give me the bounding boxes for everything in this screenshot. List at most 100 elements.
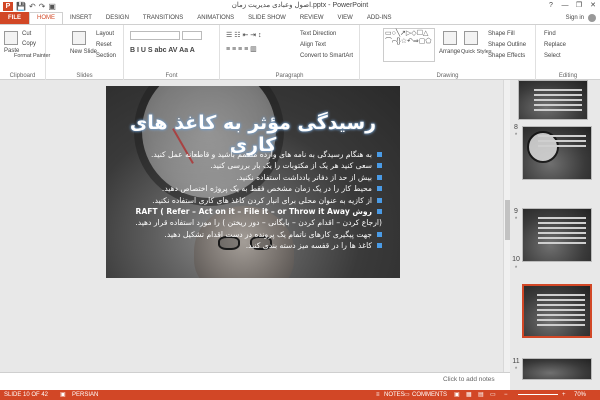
bullet-item: سعی کنید هر یک از مکتوبات را یک بار بررس…	[134, 160, 382, 171]
slide-counter: SLIDE 10 OF 42	[4, 392, 49, 398]
paragraph-label: Paragraph	[275, 73, 304, 79]
find-button[interactable]: Find	[544, 31, 556, 37]
reset-button[interactable]: Reset	[96, 42, 112, 48]
notes-toggle[interactable]: NOTES	[384, 390, 405, 400]
font-format-icons[interactable]: B I U S abc AV Aa A	[130, 47, 195, 54]
list-icons[interactable]: ☰ ☷ ⇤ ⇥ ↕	[226, 31, 262, 39]
align-icons[interactable]: ≡ ≡ ≡ ≡ ▥	[226, 45, 257, 53]
notes-placeholder[interactable]: Click to add notes	[443, 376, 495, 383]
thumbnail-number: 8	[514, 124, 518, 131]
bullet-item: بیش از حد از دفاتر یادداشت استفاده نکنید…	[134, 172, 382, 183]
font-label: Font	[165, 73, 178, 79]
undo-icon[interactable]: ↶	[29, 2, 36, 11]
scrollbar-thumb[interactable]	[505, 200, 510, 240]
slide-thumbnail-selected[interactable]	[522, 284, 592, 338]
copy-button[interactable]: Copy	[22, 41, 36, 47]
tab-slide-show[interactable]: SLIDE SHOW	[241, 12, 293, 24]
section-button[interactable]: Section	[96, 53, 116, 59]
slide-thumbnail[interactable]	[522, 358, 592, 380]
notes-pane[interactable]: Click to add notes	[0, 372, 510, 390]
avatar[interactable]	[588, 14, 596, 22]
tab-insert[interactable]: INSERT	[63, 12, 99, 24]
clipboard-group: Paste Cut Copy Format Painter Clipboard	[0, 25, 50, 81]
bullet-continuation: (ارجاع کردن – اقدام کردن – بایگانی – دور…	[135, 218, 382, 228]
minimize-button[interactable]: —	[558, 0, 572, 12]
slide-sorter-icon[interactable]: ▦	[466, 390, 472, 400]
thumbnail-number: 9	[514, 208, 518, 215]
shape-outline-button[interactable]: Shape Outline	[488, 42, 526, 48]
quick-styles-icon[interactable]	[464, 31, 478, 45]
close-button[interactable]: ✕	[586, 0, 600, 12]
bullet-item: به هنگام رسیدگی به نامه های وارده مصمم ب…	[134, 149, 382, 160]
quick-access-toolbar: P 💾 ↶ ↷ ▣	[0, 1, 56, 11]
ribbon: Paste Cut Copy Format Painter Clipboard …	[0, 24, 600, 81]
tab-add-ins[interactable]: ADD-INS	[360, 12, 399, 24]
comments-toggle[interactable]: COMMENTS	[412, 390, 447, 400]
tab-view[interactable]: VIEW	[331, 12, 360, 24]
status-bar: SLIDE 10 OF 42 ▣ PERSIAN ≡ NOTES ▭ COMME…	[0, 390, 600, 400]
bullet-item: محیط کار را در یک زمان مشخص فقط به یک پر…	[134, 183, 382, 194]
notes-icon[interactable]: ≡	[376, 390, 380, 400]
spellcheck-icon[interactable]: ▣	[60, 390, 66, 400]
paragraph-group: ☰ ☷ ⇤ ⇥ ↕ ≡ ≡ ≡ ≡ ▥ Text Direction Align…	[220, 25, 360, 81]
arrange-button[interactable]: Arrange	[439, 49, 460, 55]
convert-smartart-button[interactable]: Convert to SmartArt	[300, 53, 353, 59]
layout-button[interactable]: Layout	[96, 31, 114, 37]
replace-button[interactable]: Replace	[544, 42, 566, 48]
slide-thumbnails-pane: 8 * 9 * 10 * 11 *	[512, 80, 600, 380]
select-button[interactable]: Select	[544, 53, 561, 59]
quick-styles-button[interactable]: Quick Styles	[461, 49, 492, 55]
tab-home[interactable]: HOME	[29, 12, 63, 24]
slide-thumbnail[interactable]	[522, 126, 592, 180]
redo-icon[interactable]: ↷	[39, 2, 46, 11]
tab-file[interactable]: FILE	[0, 12, 29, 24]
arrange-icon[interactable]	[443, 31, 457, 45]
restore-button[interactable]: ❐	[572, 0, 586, 12]
zoom-in-button[interactable]: +	[562, 390, 566, 400]
slide-canvas[interactable]: رسیدگی مؤثر به کاغذ های کاری به هنگام رس…	[106, 86, 400, 278]
text-direction-button[interactable]: Text Direction	[300, 31, 336, 37]
slide-thumbnail[interactable]	[518, 80, 588, 120]
zoom-slider[interactable]	[518, 394, 558, 395]
font-name-box[interactable]	[130, 31, 180, 40]
slide-show-icon[interactable]: ▭	[490, 390, 496, 400]
drawing-label: Drawing	[436, 73, 459, 79]
slides-label: Slides	[76, 73, 93, 79]
help-button[interactable]: ?	[544, 0, 558, 12]
thumbnail-star: *	[514, 217, 518, 223]
sign-in-link[interactable]: Sign in	[566, 12, 584, 24]
shapes-gallery[interactable]: ▭○╲↗▷◇☐△⌒⌐{}☆↶⇒▢⬠	[383, 28, 435, 62]
tab-design[interactable]: DESIGN	[99, 12, 136, 24]
language-indicator[interactable]: PERSIAN	[72, 390, 98, 400]
bullet-item: روش RAFT ( Refer – Act on it – File it –…	[134, 206, 382, 217]
shape-fill-button[interactable]: Shape Fill	[488, 31, 515, 37]
new-slide-icon[interactable]	[72, 31, 86, 45]
cut-button[interactable]: Cut	[22, 31, 31, 37]
thumbnail-star: *	[514, 367, 518, 373]
new-slide-button[interactable]: New Slide	[70, 49, 97, 55]
shape-effects-button[interactable]: Shape Effects	[488, 53, 525, 59]
tab-transitions[interactable]: TRANSITIONS	[136, 12, 190, 24]
tab-animations[interactable]: ANIMATIONS	[190, 12, 241, 24]
slide-bullet-list[interactable]: به هنگام رسیدگی به نامه های وارده مصمم ب…	[134, 149, 382, 252]
font-size-box[interactable]	[182, 31, 202, 40]
align-text-button[interactable]: Align Text	[300, 42, 326, 48]
zoom-out-button[interactable]: −	[504, 390, 508, 400]
format-painter-button[interactable]: Format Painter	[14, 53, 50, 59]
normal-view-icon[interactable]: ▣	[454, 390, 460, 400]
save-icon[interactable]: 💾	[16, 2, 26, 11]
present-icon[interactable]: ▣	[48, 2, 56, 11]
slides-group: New Slide Layout Reset Section Slides	[46, 25, 124, 81]
paste-icon[interactable]	[4, 31, 18, 45]
zoom-level[interactable]: 70%	[574, 390, 586, 400]
editing-group: Find Replace Select Editing	[536, 25, 600, 81]
title-bar: P 💾 ↶ ↷ ▣ اصول وعبادی مدیریت زمان.pptx -…	[0, 0, 600, 12]
vertical-scrollbar[interactable]	[503, 80, 510, 372]
drawing-group: ▭○╲↗▷◇☐△⌒⌐{}☆↶⇒▢⬠ Arrange Quick Styles S…	[360, 25, 536, 81]
slide-thumbnail[interactable]	[522, 208, 592, 262]
tab-review[interactable]: REVIEW	[293, 12, 331, 24]
reading-view-icon[interactable]: ▤	[478, 390, 484, 400]
ribbon-tabs: FILE HOME INSERT DESIGN TRANSITIONS ANIM…	[0, 12, 600, 24]
window-title: اصول وعبادی مدیریت زمان.pptx - PowerPoin…	[231, 2, 369, 9]
comments-icon[interactable]: ▭	[404, 390, 410, 400]
